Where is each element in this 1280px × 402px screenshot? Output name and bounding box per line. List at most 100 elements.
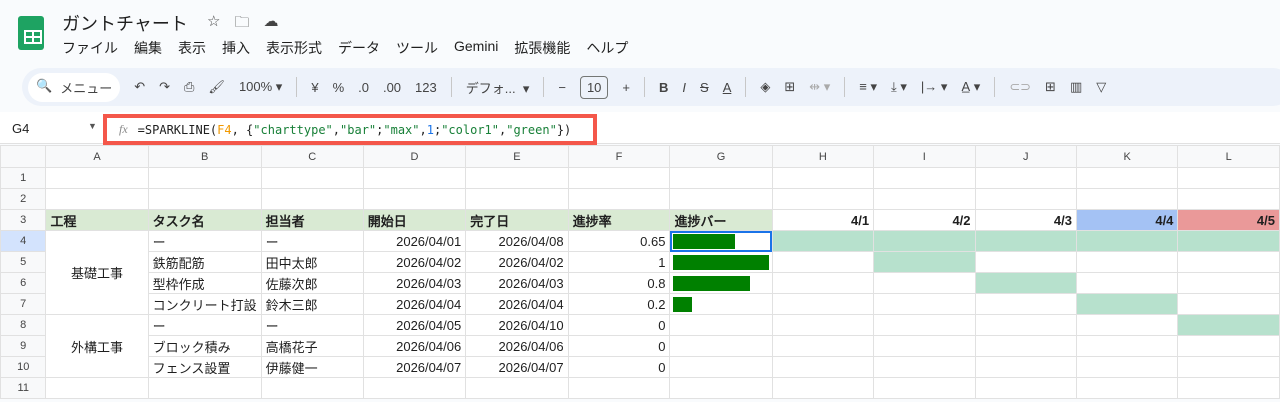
cell[interactable] [362,167,467,189]
column-header-G[interactable]: G [669,145,773,168]
filter-icon[interactable]: ▽ [1096,79,1106,95]
text-wrap-icon[interactable]: |→ ▾ [921,79,948,95]
gantt-cell[interactable] [1075,293,1179,315]
gantt-cell[interactable] [1075,356,1179,378]
gantt-cell[interactable] [873,272,976,294]
task-owner[interactable]: 田中太郎 [260,251,364,273]
gantt-cell[interactable] [974,272,1077,294]
cell[interactable] [669,167,773,189]
phase-cell[interactable]: 基礎工事 [45,230,149,315]
cloud-status-icon[interactable]: ☁ [263,12,278,37]
end-date[interactable]: 2026/04/08 [465,230,569,252]
row-header-9[interactable]: 9 [0,335,47,357]
gantt-cell[interactable] [771,356,875,378]
cell[interactable] [147,377,262,399]
cell[interactable] [873,188,976,210]
cell[interactable] [974,167,1077,189]
gantt-cell[interactable] [873,314,976,336]
gantt-cell[interactable] [1177,335,1280,357]
gantt-cell[interactable] [974,251,1077,273]
row-header-7[interactable]: 7 [0,293,47,315]
start-date[interactable]: 2026/04/01 [362,230,467,252]
end-date[interactable]: 2026/04/03 [465,272,569,294]
cell[interactable] [465,188,569,210]
start-date[interactable]: 2026/04/02 [362,251,467,273]
italic-icon[interactable]: I [682,80,686,95]
gantt-cell[interactable] [771,251,875,273]
cell[interactable] [465,377,569,399]
gantt-cell[interactable] [1075,272,1179,294]
progress-rate[interactable]: 0 [567,314,671,336]
start-date[interactable]: 2026/04/03 [362,272,467,294]
progress-bar-cell[interactable] [669,272,773,294]
gantt-cell[interactable] [974,293,1077,315]
end-date[interactable]: 2026/04/07 [465,356,569,378]
gantt-cell[interactable] [1075,230,1179,252]
gantt-cell[interactable] [1177,356,1280,378]
task-name[interactable]: フェンス設置 [147,356,262,378]
font-size-decrease[interactable]: − [558,80,566,95]
header-cell[interactable]: 完了日 [465,209,569,231]
cell[interactable] [260,377,364,399]
column-header-E[interactable]: E [465,145,569,168]
start-date[interactable]: 2026/04/04 [362,293,467,315]
progress-bar-cell[interactable] [669,293,773,315]
task-name[interactable]: ブロック積み [147,335,262,357]
link-icon[interactable]: ⊂⊃ [1009,79,1031,95]
date-header[interactable]: 4/2 [873,209,976,231]
gantt-cell[interactable] [771,335,875,357]
name-box[interactable]: G4 [12,121,29,136]
menu-3[interactable]: 挿入 [222,38,250,58]
progress-bar-cell[interactable] [669,314,773,336]
task-name[interactable]: コンクリート打設 [147,293,262,315]
progress-rate[interactable]: 0.65 [567,230,671,252]
cell[interactable] [873,167,976,189]
progress-rate[interactable]: 0.2 [567,293,671,315]
header-cell[interactable]: 進捗率 [567,209,671,231]
row-header-1[interactable]: 1 [0,167,47,189]
cell[interactable] [362,188,467,210]
gantt-cell[interactable] [1177,272,1280,294]
redo-icon[interactable]: ↷ [159,79,170,95]
gantt-cell[interactable] [1075,335,1179,357]
column-header-I[interactable]: I [873,145,976,168]
date-header[interactable]: 4/1 [771,209,875,231]
task-owner[interactable]: 佐藤次郎 [260,272,364,294]
progress-bar-cell[interactable] [669,251,773,273]
cell[interactable] [45,188,149,210]
font-select[interactable]: デフォ... ▾ [466,78,530,97]
paint-format-icon[interactable]: 🖌 [208,79,225,95]
row-header-10[interactable]: 10 [0,356,47,378]
cell[interactable] [147,188,262,210]
bold-icon[interactable]: B [659,80,668,95]
gantt-cell[interactable] [771,230,875,252]
column-header-H[interactable]: H [771,145,875,168]
end-date[interactable]: 2026/04/10 [465,314,569,336]
cell[interactable] [669,377,773,399]
gantt-cell[interactable] [974,230,1077,252]
strikethrough-icon[interactable]: S [700,80,709,95]
gantt-cell[interactable] [873,251,976,273]
gantt-cell[interactable] [974,314,1077,336]
column-header-J[interactable]: J [974,145,1077,168]
progress-bar-cell[interactable] [669,230,773,252]
task-owner[interactable]: ー [260,314,364,336]
cell[interactable] [1075,167,1179,189]
cell[interactable] [669,188,773,210]
gantt-cell[interactable] [1177,314,1280,336]
start-date[interactable]: 2026/04/06 [362,335,467,357]
progress-rate[interactable]: 0 [567,356,671,378]
start-date[interactable]: 2026/04/05 [362,314,467,336]
column-header-B[interactable]: B [147,145,262,168]
menu-8[interactable]: 拡張機能 [514,38,570,58]
cell[interactable] [567,188,671,210]
menu-0[interactable]: ファイル [62,38,118,58]
document-title[interactable]: ガントチャート [62,10,188,36]
text-rotation-icon[interactable]: A̲ ▾ [961,79,980,95]
cell[interactable] [260,188,364,210]
task-owner[interactable]: 伊藤健一 [260,356,364,378]
gantt-cell[interactable] [1075,251,1179,273]
menu-1[interactable]: 編集 [134,38,162,58]
menu-6[interactable]: ツール [396,38,438,58]
date-header[interactable]: 4/3 [974,209,1077,231]
